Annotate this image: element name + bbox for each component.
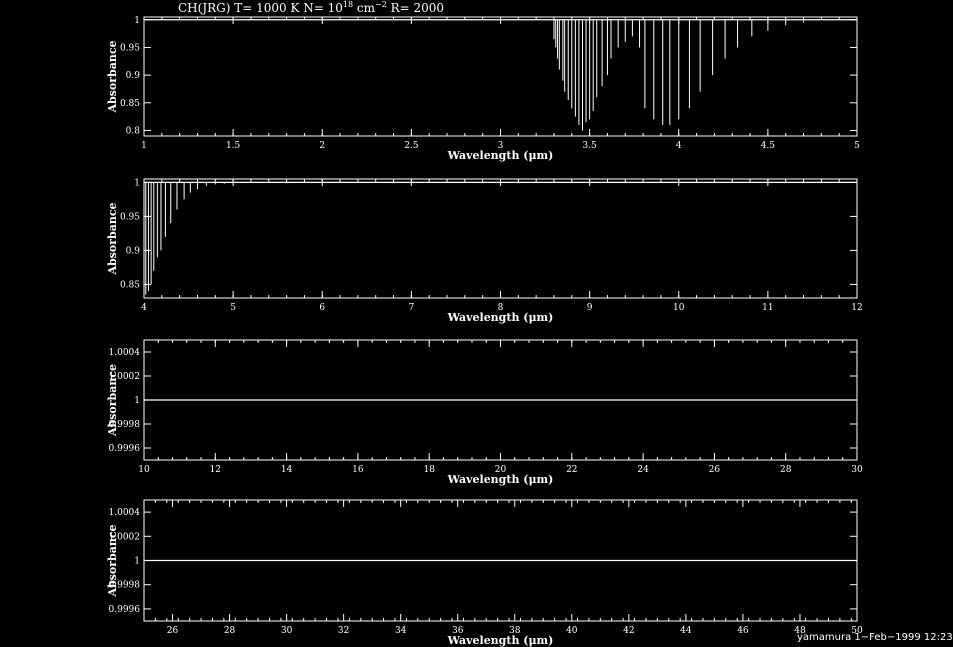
y-tick-label: 1 xyxy=(134,16,140,26)
x-tick-label: 11 xyxy=(762,303,773,313)
figure-title: CH(JRG) T= 1000 K N= 1018 cm−2 R= 2000 xyxy=(178,0,444,15)
panel-2: 4 5 6 7 8 9 10 11 120.850.90.951Wavelength (μm)A… xyxy=(106,178,863,324)
x-tick-label: 30 xyxy=(281,626,293,636)
x-tick-label: 2.5 xyxy=(404,141,419,151)
x-tick-label: 3.5 xyxy=(582,141,597,151)
y-tick-label: 0.8 xyxy=(126,126,141,136)
y-tick-label: 0.95 xyxy=(120,43,140,53)
x-tick-label: 6 xyxy=(319,303,325,313)
x-tick-label: 40 xyxy=(566,626,578,636)
x-tick-label: 12 xyxy=(210,465,221,475)
x-tick-label: 4 xyxy=(141,303,147,313)
y-axis-label: Absorbance xyxy=(106,40,119,113)
plot-frame xyxy=(143,16,858,137)
x-tick-label: 1.5 xyxy=(226,141,241,151)
x-tick-label: 2 xyxy=(319,141,325,151)
x-tick-label: 28 xyxy=(224,626,236,636)
x-axis-label: Wavelength (μm) xyxy=(447,473,554,486)
x-tick-label: 30 xyxy=(851,465,863,475)
y-tick-label: 1 xyxy=(134,396,140,406)
x-tick-label: 18 xyxy=(423,465,435,475)
x-tick-label: 46 xyxy=(737,626,749,636)
y-tick-label: 0.85 xyxy=(120,99,140,109)
x-tick-label: 32 xyxy=(338,626,349,636)
spectrum-figure: CH(JRG) T= 1000 K N= 1018 cm−2 R= 2000 1… xyxy=(106,0,953,647)
x-axis-label: Wavelength (μm) xyxy=(447,634,554,647)
y-axis-label: Absorbance xyxy=(106,202,119,275)
y-tick-label: 0.9 xyxy=(126,71,141,81)
x-tick-label: 42 xyxy=(623,626,634,636)
y-tick-label: 0.95 xyxy=(120,212,140,222)
x-tick-label: 9 xyxy=(587,303,593,313)
x-tick-label: 14 xyxy=(281,465,293,475)
y-tick-label: 1 xyxy=(134,557,140,567)
y-axis-label: Absorbance xyxy=(106,524,119,597)
x-tick-label: 4.5 xyxy=(761,141,776,151)
y-tick-label: 1.0004 xyxy=(109,508,141,518)
x-tick-label: 12 xyxy=(851,303,862,313)
y-axis-label: Absorbance xyxy=(106,364,119,437)
x-tick-label: 24 xyxy=(637,465,649,475)
x-tick-label: 1 xyxy=(141,141,147,151)
x-tick-label: 5 xyxy=(230,303,236,313)
y-tick-label: 0.9 xyxy=(126,246,141,256)
x-tick-label: 26 xyxy=(709,465,721,475)
y-tick-label: 1 xyxy=(134,178,140,188)
x-tick-label: 34 xyxy=(395,626,407,636)
x-axis-label: Wavelength (μm) xyxy=(447,149,554,162)
x-tick-label: 10 xyxy=(673,303,685,313)
x-tick-label: 16 xyxy=(352,465,364,475)
y-tick-label: 0.85 xyxy=(120,280,140,290)
x-tick-label: 26 xyxy=(167,626,179,636)
x-tick-label: 28 xyxy=(780,465,792,475)
y-tick-label: 1.0004 xyxy=(109,348,141,358)
plot-frame xyxy=(143,178,858,299)
panel-1: 1 1.5 2 2.5 3 3.5 4 4.5 50.80.850.90.951Waveleng… xyxy=(106,16,860,162)
x-axis-label: Wavelength (μm) xyxy=(447,311,554,324)
x-tick-label: 5 xyxy=(854,141,860,151)
panel-4: 26 28 30 32 34 36 38 40 42 44 46 48 500.99960.999811… xyxy=(106,499,863,647)
x-tick-label: 44 xyxy=(680,626,692,636)
y-tick-label: 0.9996 xyxy=(109,605,141,615)
x-tick-label: 10 xyxy=(138,465,150,475)
footer-timestamp: yamamura 1−Feb−1999 12:23 xyxy=(797,632,953,643)
x-tick-label: 22 xyxy=(566,465,577,475)
panel-3: 10 12 14 16 18 20 22 24 26 28 300.99960.999811.000… xyxy=(106,339,863,486)
x-tick-label: 7 xyxy=(409,303,415,313)
x-tick-label: 4 xyxy=(676,141,682,151)
y-tick-label: 0.9996 xyxy=(109,444,141,454)
